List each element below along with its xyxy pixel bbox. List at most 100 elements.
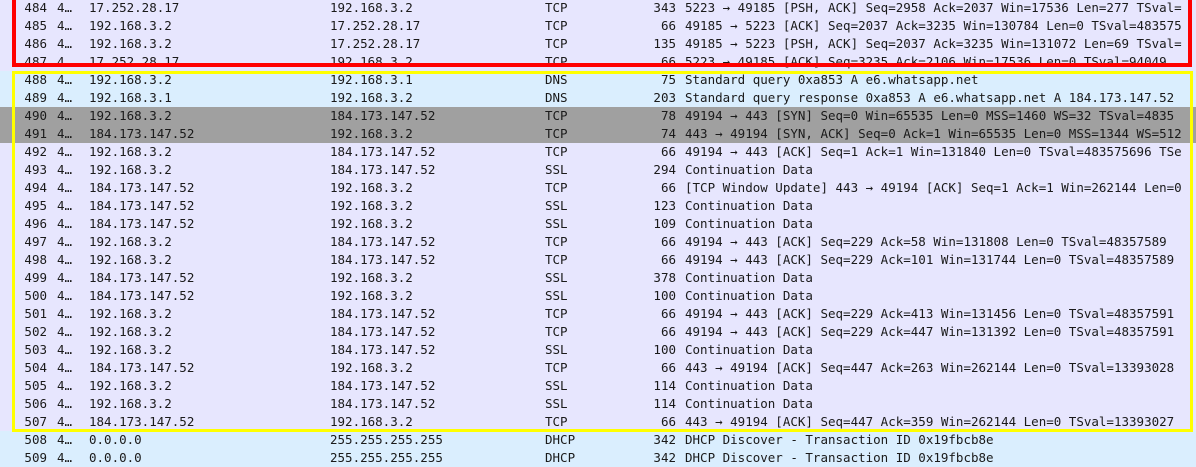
packet-time: 4… (57, 432, 73, 447)
packet-length: 78 (660, 108, 676, 123)
packet-destination: 17.252.28.17 (330, 36, 421, 51)
packet-row[interactable]: 491 4… 184.173.147.52 192.168.3.2 TCP 74 443 →… (0, 125, 1196, 143)
packet-info: 49194 → 443 [SYN] Seq=0 Win=65535 Len=0 … (685, 108, 1175, 123)
packet-number: 486 (24, 36, 47, 51)
packet-info: 49194 → 443 [ACK] Seq=229 Ack=413 Win=13… (685, 306, 1175, 321)
packet-info: 49194 → 443 [ACK] Seq=229 Ack=58 Win=131… (685, 234, 1167, 249)
packet-length: 343 (653, 0, 676, 15)
packet-length: 66 (660, 252, 676, 267)
packet-protocol: SSL (545, 216, 568, 231)
packet-destination: 192.168.3.2 (330, 54, 413, 69)
packet-info: DHCP Discover - Transaction ID 0x19fbcb8… (685, 432, 994, 447)
packet-length: 342 (653, 432, 676, 447)
packet-row[interactable]: 486 4… 192.168.3.2 17.252.28.17 TCP 135 49185 … (0, 35, 1196, 53)
packet-protocol: TCP (545, 54, 568, 69)
packet-number: 500 (24, 288, 47, 303)
packet-row[interactable]: 500 4… 184.173.147.52 192.168.3.2 SSL 100 Cont… (0, 287, 1196, 305)
packet-source: 192.168.3.2 (89, 378, 172, 393)
packet-time: 4… (57, 216, 73, 231)
packet-info: 5223 → 49185 [ACK] Seq=3235 Ack=2106 Win… (685, 54, 1167, 69)
packet-destination: 192.168.3.1 (330, 72, 413, 87)
packet-time: 4… (57, 288, 73, 303)
packet-time: 4… (57, 198, 73, 213)
packet-source: 184.173.147.52 (89, 180, 195, 195)
packet-row[interactable]: 508 4… 0.0.0.0 255.255.255.255 DHCP 342 DHCP D… (0, 431, 1196, 449)
packet-time: 4… (57, 72, 73, 87)
packet-length: 66 (660, 54, 676, 69)
packet-row[interactable]: 489 4… 192.168.3.1 192.168.3.2 DNS 203 Standar… (0, 89, 1196, 107)
packet-info: 443 → 49194 [SYN, ACK] Seq=0 Ack=1 Win=6… (685, 126, 1182, 141)
packet-row[interactable]: 484 4… 17.252.28.17 192.168.3.2 TCP 343 5223 →… (0, 0, 1196, 17)
packet-length: 66 (660, 414, 676, 429)
packet-time: 4… (57, 396, 73, 411)
packet-row[interactable]: 485 4… 192.168.3.2 17.252.28.17 TCP 66 49185 →… (0, 17, 1196, 35)
packet-info: 49194 → 443 [ACK] Seq=229 Ack=447 Win=13… (685, 324, 1175, 339)
packet-row[interactable]: 509 4… 0.0.0.0 255.255.255.255 DHCP 342 DHCP D… (0, 449, 1196, 467)
packet-info: 49185 → 5223 [PSH, ACK] Seq=2037 Ack=323… (685, 36, 1182, 51)
packet-source: 192.168.3.1 (89, 90, 172, 105)
packet-info: Continuation Data (685, 162, 813, 177)
packet-time: 4… (57, 324, 73, 339)
packet-row[interactable]: 497 4… 192.168.3.2 184.173.147.52 TCP 66 49194… (0, 233, 1196, 251)
packet-destination: 192.168.3.2 (330, 180, 413, 195)
packet-row[interactable]: 495 4… 184.173.147.52 192.168.3.2 SSL 123 Cont… (0, 197, 1196, 215)
packet-time: 4… (57, 108, 73, 123)
packet-number: 487 (24, 54, 47, 69)
packet-row[interactable]: 487 4… 17.252.28.17 192.168.3.2 TCP 66 5223 → … (0, 53, 1196, 71)
packet-protocol: DNS (545, 72, 568, 87)
packet-source: 192.168.3.2 (89, 162, 172, 177)
packet-number: 497 (24, 234, 47, 249)
packet-protocol: SSL (545, 198, 568, 213)
packet-info: Continuation Data (685, 270, 813, 285)
packet-time: 4… (57, 0, 73, 15)
packet-length: 100 (653, 288, 676, 303)
packet-number: 492 (24, 144, 47, 159)
packet-row[interactable]: 498 4… 192.168.3.2 184.173.147.52 TCP 66 49194… (0, 251, 1196, 269)
packet-length: 294 (653, 162, 676, 177)
packet-protocol: SSL (545, 288, 568, 303)
packet-row[interactable]: 507 4… 184.173.147.52 192.168.3.2 TCP 66 443 →… (0, 413, 1196, 431)
packet-row[interactable]: 488 4… 192.168.3.2 192.168.3.1 DNS 75 Standard… (0, 71, 1196, 89)
packet-length: 109 (653, 216, 676, 231)
packet-protocol: TCP (545, 414, 568, 429)
packet-info: Continuation Data (685, 198, 813, 213)
packet-protocol: TCP (545, 36, 568, 51)
packet-info: Continuation Data (685, 378, 813, 393)
packet-row[interactable]: 493 4… 192.168.3.2 184.173.147.52 SSL 294 Cont… (0, 161, 1196, 179)
packet-number: 495 (24, 198, 47, 213)
packet-time: 4… (57, 306, 73, 321)
packet-destination: 255.255.255.255 (330, 450, 443, 465)
packet-destination: 184.173.147.52 (330, 342, 436, 357)
packet-length: 342 (653, 450, 676, 465)
packet-source: 17.252.28.17 (89, 54, 180, 69)
packet-row[interactable]: 504 4… 184.173.147.52 192.168.3.2 TCP 66 443 →… (0, 359, 1196, 377)
packet-destination: 192.168.3.2 (330, 288, 413, 303)
packet-row[interactable]: 490 4… 192.168.3.2 184.173.147.52 TCP 78 49194… (0, 107, 1196, 125)
packet-row[interactable]: 501 4… 192.168.3.2 184.173.147.52 TCP 66 49194… (0, 305, 1196, 323)
packet-protocol: TCP (545, 306, 568, 321)
packet-number: 494 (24, 180, 47, 195)
packet-number: 508 (24, 432, 47, 447)
packet-time: 4… (57, 414, 73, 429)
packet-source: 184.173.147.52 (89, 360, 195, 375)
packet-destination: 192.168.3.2 (330, 126, 413, 141)
packet-destination: 184.173.147.52 (330, 306, 436, 321)
packet-row[interactable]: 494 4… 184.173.147.52 192.168.3.2 TCP 66 [TCP … (0, 179, 1196, 197)
packet-time: 4… (57, 54, 73, 69)
packet-time: 4… (57, 378, 73, 393)
packet-row[interactable]: 492 4… 192.168.3.2 184.173.147.52 TCP 66 49194… (0, 143, 1196, 161)
packet-info: 5223 → 49185 [PSH, ACK] Seq=2958 Ack=203… (685, 0, 1182, 15)
packet-row[interactable]: 499 4… 184.173.147.52 192.168.3.2 SSL 378 Cont… (0, 269, 1196, 287)
packet-number: 507 (24, 414, 47, 429)
packet-time: 4… (57, 144, 73, 159)
packet-row[interactable]: 503 4… 192.168.3.2 184.173.147.52 SSL 100 Cont… (0, 341, 1196, 359)
packet-number: 505 (24, 378, 47, 393)
packet-row[interactable]: 505 4… 192.168.3.2 184.173.147.52 SSL 114 Cont… (0, 377, 1196, 395)
packet-info: 49194 → 443 [ACK] Seq=1 Ack=1 Win=131840… (685, 144, 1182, 159)
packet-row[interactable]: 506 4… 192.168.3.2 184.173.147.52 SSL 114 Cont… (0, 395, 1196, 413)
packet-row[interactable]: 496 4… 184.173.147.52 192.168.3.2 SSL 109 Cont… (0, 215, 1196, 233)
packet-number: 490 (24, 108, 47, 123)
packet-time: 4… (57, 180, 73, 195)
packet-row[interactable]: 502 4… 192.168.3.2 184.173.147.52 TCP 66 49194… (0, 323, 1196, 341)
packet-source: 184.173.147.52 (89, 198, 195, 213)
